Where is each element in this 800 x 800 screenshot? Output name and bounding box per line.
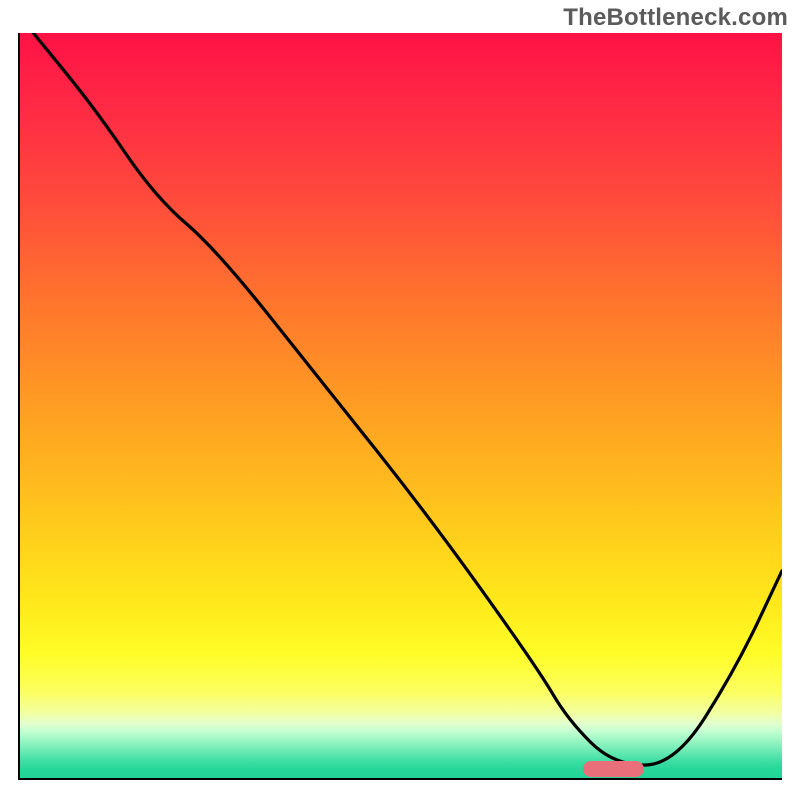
watermark-text: TheBottleneck.com — [563, 4, 788, 32]
y-axis-line — [18, 33, 20, 780]
x-axis-line — [18, 778, 782, 780]
plot-area — [18, 33, 782, 780]
highlight-pill — [583, 761, 644, 777]
bottleneck-curve — [18, 33, 782, 780]
chart-container: TheBottleneck.com — [0, 0, 800, 800]
